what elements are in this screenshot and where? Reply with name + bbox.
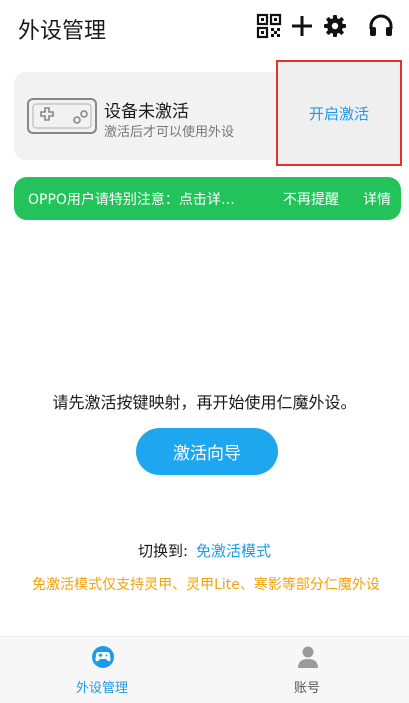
page-title: 外设管理 [18, 19, 107, 44]
oppo-notice-banner: OPPO用户请特别注意：点击详… 不再提醒 详情 [14, 177, 401, 220]
mode-switch-row: 切换到: 免激活模式 [0, 540, 409, 561]
peripheral-management-screen: 外设管理 设备未激活 激活后才可以使用外设 开启激活 OPPO用户请特别注意：点… [0, 0, 409, 703]
tab-account[interactable]: 账号 [205, 637, 409, 703]
notice-detail-button[interactable]: 详情 [363, 189, 391, 209]
gamepad-icon [92, 646, 114, 668]
notice-text[interactable]: OPPO用户请特别注意：点击详… [28, 189, 235, 209]
gamepad-icon [27, 98, 97, 134]
person-icon [298, 646, 318, 668]
switch-label: 切换到: [137, 542, 189, 560]
qr-code-icon[interactable] [255, 12, 283, 40]
activation-prompt: 请先激活按键映射，再开始使用仁魔外设。 [52, 393, 357, 412]
plus-icon[interactable] [288, 12, 316, 40]
activation-guide-button[interactable]: 激活向导 [136, 428, 278, 475]
gear-icon[interactable] [321, 12, 349, 40]
headset-icon[interactable] [367, 12, 395, 40]
activation-card: 设备未激活 激活后才可以使用外设 开启激活 [14, 60, 402, 166]
activation-status-title: 设备未激活 [104, 102, 189, 122]
tab-label-account: 账号 [293, 681, 320, 696]
tab-label-peripheral-management: 外设管理 [75, 681, 128, 696]
enable-activation-button[interactable]: 开启激活 [276, 60, 402, 166]
bottom-tab-bar: 外设管理 账号 [0, 636, 409, 703]
activation-status-subtitle: 激活后才可以使用外设 [104, 125, 235, 140]
activation-free-mode-link[interactable]: 免激活模式 [196, 542, 271, 560]
notice-dismiss-button[interactable]: 不再提醒 [283, 189, 339, 209]
app-header: 外设管理 [0, 0, 409, 54]
tab-peripheral-management[interactable]: 外设管理 [0, 637, 204, 703]
activation-free-warning: 免激活模式仅支持灵甲、灵甲Lite、寒影等部分仁魔外设 [32, 577, 380, 593]
